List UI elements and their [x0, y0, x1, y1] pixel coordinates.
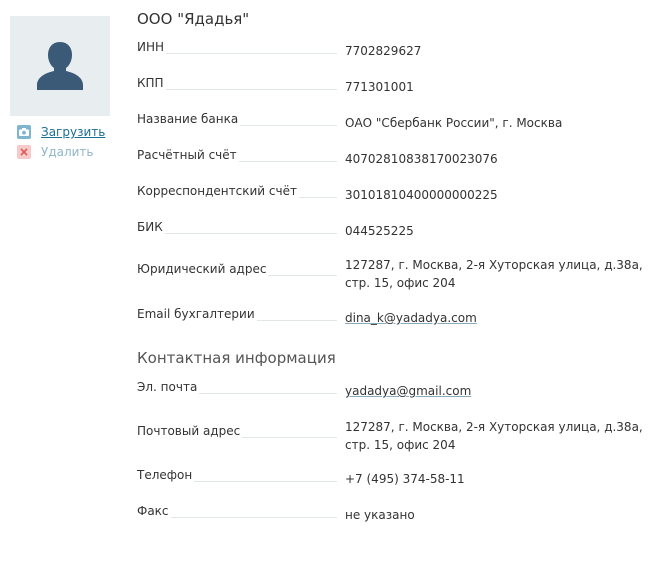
field-divider	[166, 89, 337, 90]
field-bank: Название банка ОАО "Сбербанк России", г.…	[137, 112, 657, 146]
field-value: 40702810838170023076	[345, 152, 498, 166]
field-value: ОАО "Сбербанк России", г. Москва	[345, 116, 563, 130]
field-divider	[166, 53, 337, 54]
field-accounting-email: Email бухгалтерии dina_k@yadadya.com	[137, 307, 657, 341]
field-label: Корреспондентский счёт	[137, 184, 297, 198]
field-divider	[240, 125, 337, 126]
company-name: ООО "Ядадья"	[137, 10, 250, 28]
field-label: Юридический адрес	[137, 262, 267, 276]
field-label: Почтовый адрес	[137, 424, 241, 438]
field-divider	[194, 481, 337, 482]
field-phone: Телефон +7 (495) 374-58-11	[137, 468, 657, 502]
field-bik: БИК 044525225	[137, 220, 657, 254]
field-divider	[268, 275, 337, 276]
field-divider	[239, 161, 337, 162]
field-value: 127287, г. Москва, 2-я Хуторская улица, …	[345, 258, 643, 290]
field-value: +7 (495) 374-58-11	[345, 472, 465, 486]
avatar-panel: Загрузить Удалить	[10, 16, 110, 159]
field-value: не указано	[345, 508, 415, 522]
field-account: Расчётный счёт 40702810838170023076	[137, 148, 657, 182]
field-divider	[299, 197, 337, 198]
contact-email-link[interactable]: yadadya@gmail.com	[345, 382, 650, 400]
field-postal-address: Почтовый адрес 127287, г. Москва, 2-я Ху…	[137, 420, 657, 458]
delete-photo-label[interactable]: Удалить	[41, 145, 94, 159]
field-kpp: КПП 771301001	[137, 76, 657, 110]
field-value: 127287, г. Москва, 2-я Хуторская улица, …	[345, 420, 643, 452]
contacts-section-title: Контактная информация	[137, 349, 336, 367]
field-email: Эл. почта yadadya@gmail.com	[137, 380, 657, 414]
field-value: 7702829627	[345, 44, 422, 58]
delete-icon	[17, 145, 31, 159]
field-label: Факс	[137, 504, 169, 518]
field-label: Телефон	[137, 468, 193, 482]
avatar	[10, 16, 110, 116]
field-divider	[171, 517, 337, 518]
delete-photo-button[interactable]: Удалить	[17, 145, 110, 159]
field-divider	[257, 320, 337, 321]
field-label: Email бухгалтерии	[137, 307, 255, 321]
accounting-email-link[interactable]: dina_k@yadadya.com	[345, 309, 650, 327]
field-inn: ИНН 7702829627	[137, 40, 657, 74]
upload-photo-label[interactable]: Загрузить	[41, 125, 105, 139]
field-label: Эл. почта	[137, 380, 198, 394]
camera-icon	[17, 125, 31, 139]
field-value: 044525225	[345, 224, 414, 238]
field-label: БИК	[137, 220, 163, 234]
user-silhouette-icon	[37, 42, 83, 90]
field-label: Расчётный счёт	[137, 148, 237, 162]
field-divider	[165, 233, 337, 234]
field-label: КПП	[137, 76, 164, 90]
field-value: 30101810400000000225	[345, 188, 498, 202]
field-divider	[242, 437, 337, 438]
field-label: Название банка	[137, 112, 239, 126]
field-legal-address: Юридический адрес 127287, г. Москва, 2-я…	[137, 258, 657, 296]
field-corr-account: Корреспондентский счёт 30101810400000000…	[137, 184, 657, 218]
field-value: 771301001	[345, 80, 414, 94]
field-label: ИНН	[137, 40, 165, 54]
field-divider	[199, 393, 337, 394]
field-fax: Факс не указано	[137, 504, 657, 538]
upload-photo-button[interactable]: Загрузить	[17, 125, 110, 139]
